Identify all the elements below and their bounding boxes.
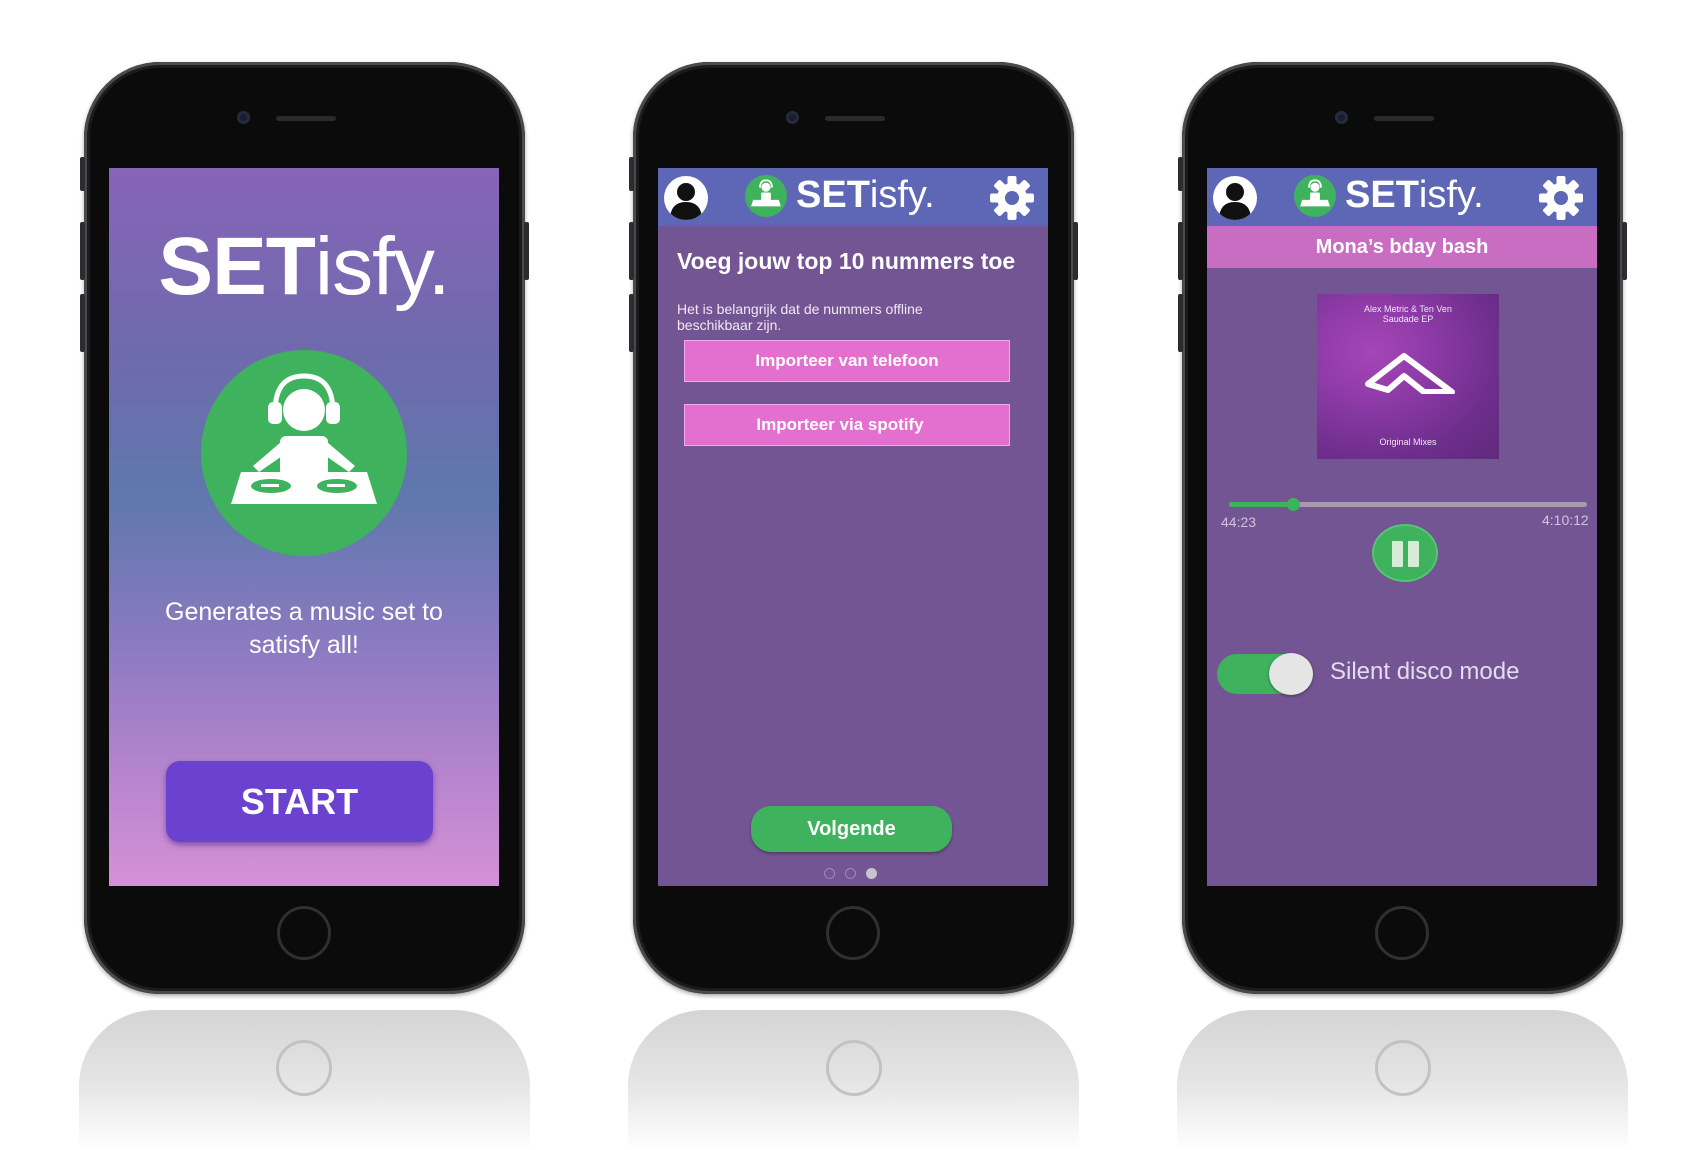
silent-disco-toggle[interactable]: [1217, 653, 1313, 695]
dj-icon: [745, 175, 787, 217]
tagline: Generates a music set to satisfy all!: [165, 598, 443, 659]
speaker: [276, 116, 336, 121]
page-dot[interactable]: [845, 868, 856, 879]
dj-icon: [201, 350, 407, 556]
gear-icon[interactable]: [988, 174, 1036, 222]
progress-slider[interactable]: [1229, 498, 1587, 511]
camera: [237, 111, 250, 124]
reflection-home-button: [1375, 1040, 1431, 1096]
dj-icon: [1294, 175, 1336, 217]
album-artist: Alex Metric & Ten Ven Saudade EP: [1364, 304, 1452, 324]
app-header: SETisfy.: [658, 168, 1048, 226]
next-button[interactable]: Volgende: [751, 806, 952, 852]
speaker: [825, 116, 885, 121]
camera: [1335, 111, 1348, 124]
page-subtitle: Het is belangrijk dat de nummers offline…: [677, 301, 923, 333]
import-phone-button[interactable]: Importeer van telefoon: [684, 340, 1010, 382]
speaker: [1374, 116, 1434, 121]
app-header: SETisfy.: [1207, 168, 1597, 226]
silent-disco-label: Silent disco mode: [1330, 658, 1520, 685]
home-button[interactable]: [1375, 906, 1429, 960]
import-screen: SETisfy. Voeg jouw top 10 nummers toe He…: [658, 168, 1048, 886]
home-button[interactable]: [826, 906, 880, 960]
welcome-screen: SETisfy. Generates a music set to satisf…: [109, 168, 499, 886]
reflection-home-button: [826, 1040, 882, 1096]
toggle-knob: [1269, 653, 1313, 695]
phone-1: SETisfy. Generates a music set to satisf…: [80, 62, 529, 994]
gear-icon[interactable]: [1537, 174, 1585, 222]
album-logo-icon: [1365, 353, 1455, 394]
page-title: Voeg jouw top 10 nummers toe: [677, 248, 1016, 274]
page-dot-active[interactable]: [866, 868, 877, 879]
total-time: 4:10:12: [1542, 512, 1589, 528]
phone-2: SETisfy. Voeg jouw top 10 nummers toe He…: [629, 62, 1078, 994]
import-spotify-button[interactable]: Importeer via spotify: [684, 404, 1010, 446]
user-avatar-icon[interactable]: [1213, 176, 1257, 220]
pause-button[interactable]: [1372, 524, 1438, 582]
party-name-bar: Mona’s bday bash: [1207, 226, 1597, 268]
app-logo: SETisfy.: [158, 221, 450, 312]
user-avatar-icon[interactable]: [664, 176, 708, 220]
camera: [786, 111, 799, 124]
elapsed-time: 44:23: [1221, 514, 1257, 530]
start-button[interactable]: START: [166, 761, 433, 842]
player-screen: SETisfy. Mona’s bday bash Alex Metric & …: [1207, 168, 1597, 886]
album-footer: Original Mixes: [1379, 437, 1437, 447]
page-dot[interactable]: [824, 868, 835, 879]
progress-fill: [1229, 502, 1294, 507]
page-indicator: [824, 866, 887, 884]
progress-knob[interactable]: [1287, 498, 1301, 511]
album-cover: Alex Metric & Ten Ven Saudade EP Origina…: [1317, 294, 1499, 459]
reflection-home-button: [276, 1040, 332, 1096]
pause-icon: [1392, 541, 1403, 567]
home-button[interactable]: [277, 906, 331, 960]
phone-3: SETisfy. Mona’s bday bash Alex Metric & …: [1178, 62, 1627, 994]
app-title: SETisfy.: [1345, 174, 1484, 216]
app-title: SETisfy.: [796, 174, 935, 216]
